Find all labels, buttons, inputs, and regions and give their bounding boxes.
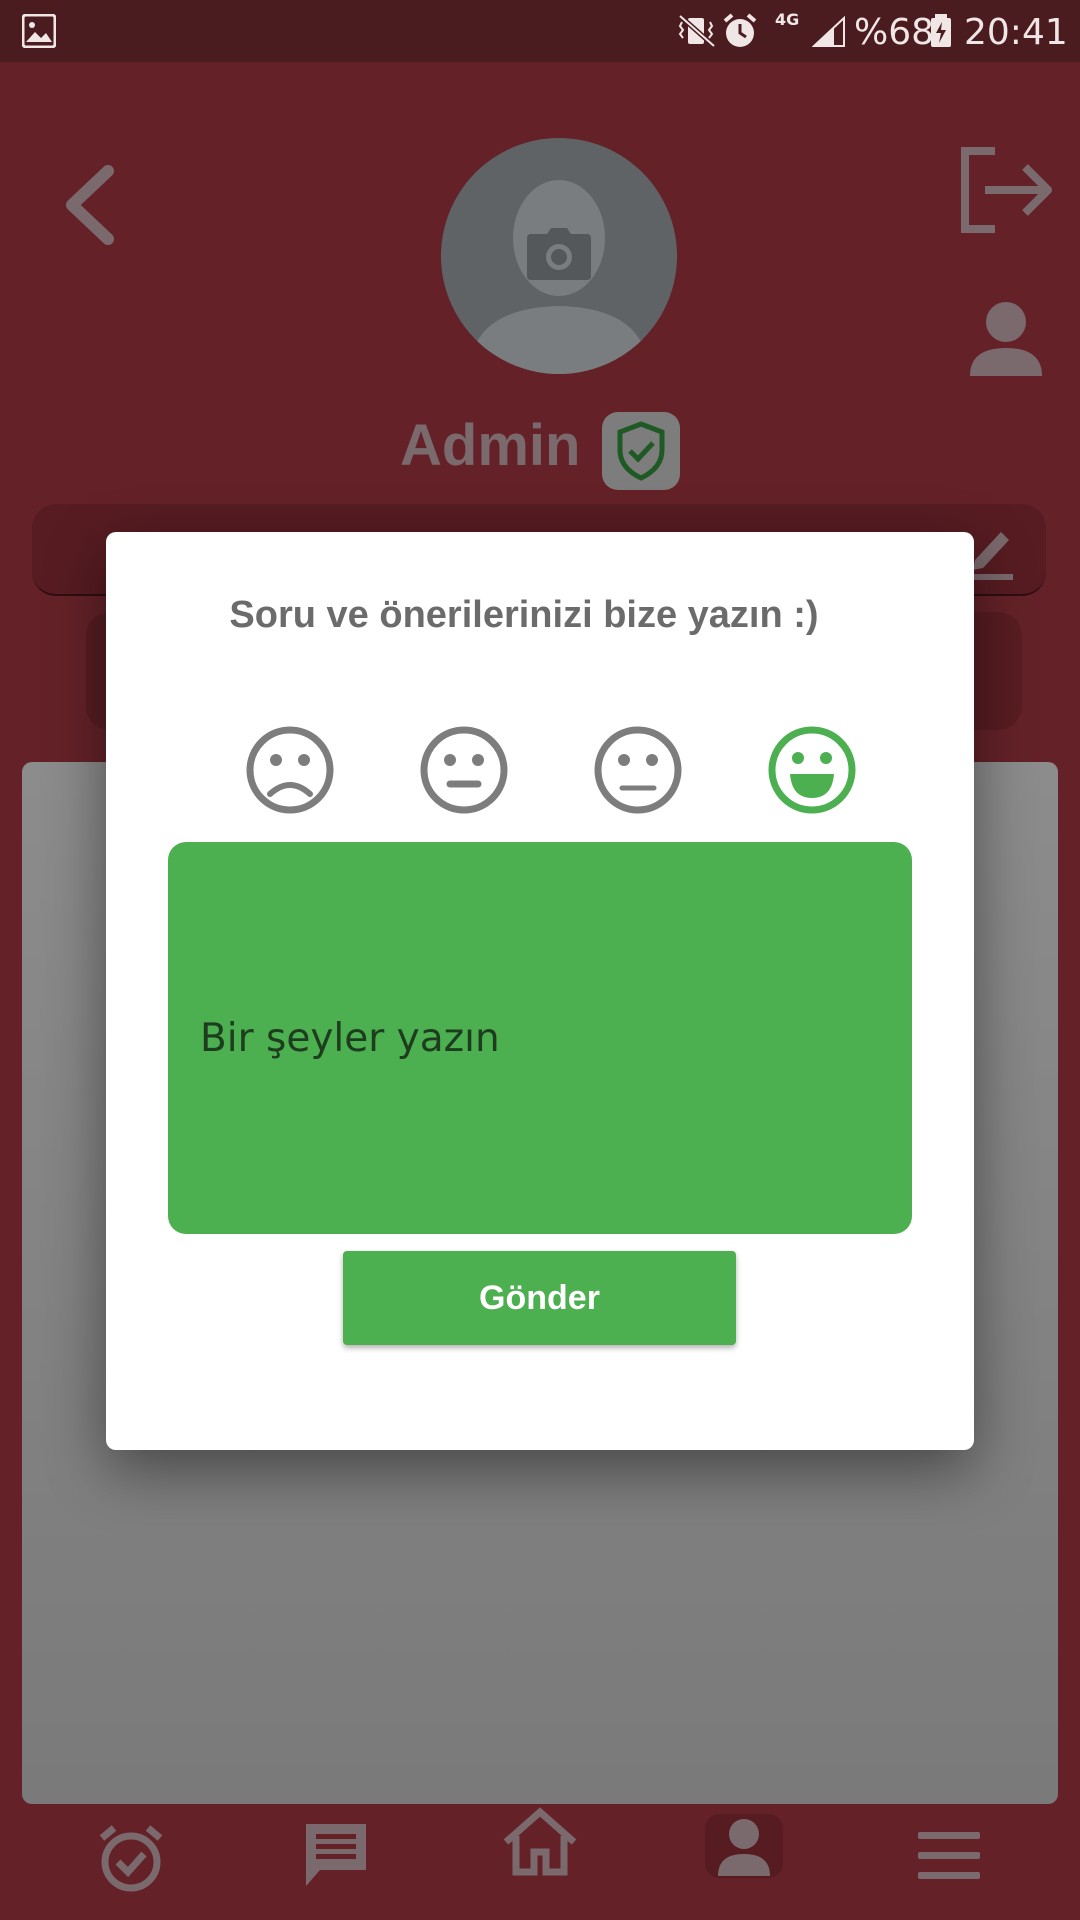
alarm-icon (723, 13, 757, 47)
camera-icon[interactable] (525, 226, 593, 282)
meh-face-icon[interactable] (592, 724, 684, 816)
message-textarea[interactable]: Bir şeyler yazın (168, 842, 912, 1234)
happy-face-icon[interactable] (766, 724, 858, 816)
message-placeholder: Bir şeyler yazın (200, 1015, 500, 1061)
status-bar: 4G %68 20:41 (0, 0, 1080, 62)
signal-icon (812, 16, 845, 47)
vibrate-mute-icon (678, 14, 716, 48)
logout-icon[interactable] (955, 145, 1055, 235)
sad-face-icon[interactable] (244, 724, 336, 816)
battery-icon (931, 14, 951, 47)
profile-tab-highlight[interactable] (705, 1814, 783, 1878)
clock: 20:41 (964, 12, 1068, 53)
battery-percent: %68 (854, 12, 935, 53)
profile-icon[interactable] (716, 1816, 772, 1878)
neutral-face-icon[interactable] (418, 724, 510, 816)
verified-badge (602, 412, 680, 490)
username: Admin (400, 413, 581, 478)
avatar[interactable] (441, 138, 677, 374)
back-arrow-icon[interactable] (58, 165, 128, 245)
gallery-icon (22, 14, 56, 48)
menu-icon[interactable] (918, 1830, 980, 1882)
shield-check-icon (617, 421, 665, 481)
chat-icon[interactable] (302, 1820, 370, 1890)
person-icon[interactable] (966, 300, 1046, 380)
network-type: 4G (775, 10, 800, 29)
bottom-nav (0, 1806, 1080, 1920)
send-button[interactable]: Gönder (343, 1251, 736, 1345)
home-icon[interactable] (500, 1806, 580, 1878)
alarm-check-icon[interactable] (98, 1824, 164, 1894)
dialog-title: Soru ve önerilerinizi bize yazın :) (229, 594, 819, 636)
